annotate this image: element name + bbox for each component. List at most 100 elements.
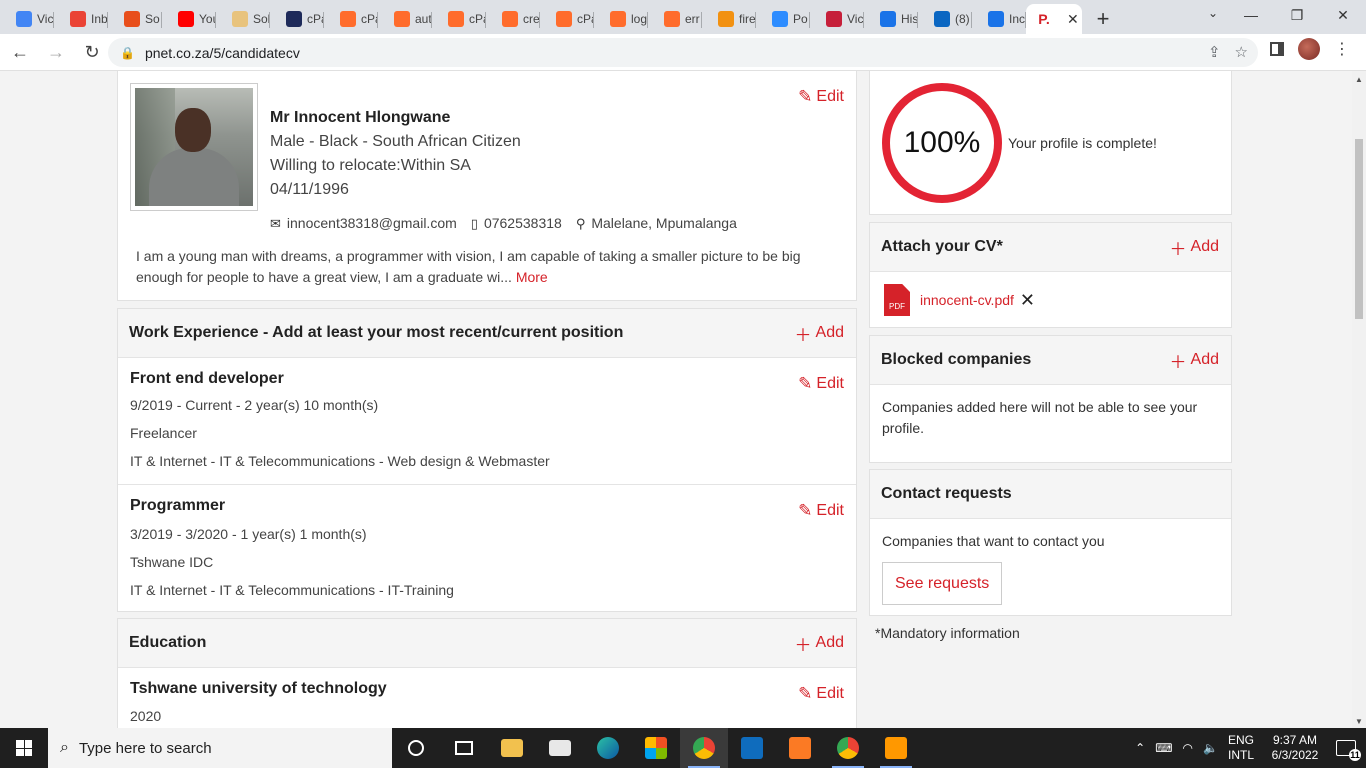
browser-tab[interactable]: You	[162, 4, 216, 34]
close-window-button[interactable]: ✕	[1320, 0, 1366, 30]
system-tray: ⌃ ⌨ ◠ 🔈 ENG INTL 9:37 AM 6/3/2022 11	[1135, 728, 1366, 768]
linkedin-icon	[934, 11, 950, 27]
edge-icon[interactable]	[584, 728, 632, 768]
cortana-icon[interactable]	[392, 728, 440, 768]
xampp-icon[interactable]	[776, 728, 824, 768]
sublime-text-icon[interactable]	[872, 728, 920, 768]
side-panel-icon[interactable]	[1270, 42, 1284, 56]
plus-icon: ＋	[794, 635, 812, 655]
browser-tab[interactable]: His	[864, 4, 918, 34]
tab-label: His	[901, 12, 918, 26]
outlook-icon[interactable]	[728, 728, 776, 768]
restore-button[interactable]: ❐	[1274, 0, 1320, 30]
browser-tab[interactable]: Sol	[216, 4, 270, 34]
education-entry: Tshwane university of technology 2020 ✎ …	[118, 668, 856, 724]
info-icon	[988, 11, 1004, 27]
start-button[interactable]	[0, 728, 48, 768]
add-blocked-button[interactable]: ＋ Add	[1170, 348, 1219, 373]
browser-tab[interactable]: Inb	[54, 4, 108, 34]
browser-tab[interactable]: cPa	[270, 4, 324, 34]
cpanel-icon	[556, 11, 572, 27]
scroll-down-icon[interactable]: ▼	[1355, 717, 1363, 726]
bio: I am a young man with dreams, a programm…	[136, 246, 826, 288]
completion-text: Your profile is complete!	[1008, 135, 1157, 151]
attach-heading: Attach your CV*	[881, 238, 1003, 255]
browser-tab[interactable]: Vic	[0, 4, 54, 34]
tab-label: cPa	[307, 12, 324, 26]
language-indicator[interactable]: ENG INTL	[1228, 733, 1254, 763]
browser-tab[interactable]: cPa	[432, 4, 486, 34]
page-scrollbar[interactable]: ▲ ▼	[1352, 71, 1366, 728]
store-icon[interactable]	[632, 728, 680, 768]
task-view-icon[interactable]	[440, 728, 488, 768]
chrome-profile-icon[interactable]	[824, 728, 872, 768]
browser-tab[interactable]: aut	[378, 4, 432, 34]
address-bar[interactable]: 🔒 pnet.co.za/5/candidatecv ⇪ ☆	[108, 38, 1258, 67]
file-explorer-icon[interactable]	[488, 728, 536, 768]
tab-label: cPa	[361, 12, 378, 26]
edit-work-button[interactable]: ✎ Edit	[798, 501, 844, 521]
scroll-up-icon[interactable]: ▲	[1355, 75, 1363, 84]
share-icon[interactable]: ⇪	[1208, 43, 1221, 61]
lock-icon[interactable]: 🔒	[120, 46, 135, 60]
browser-tab[interactable]: cPa	[540, 4, 594, 34]
mandatory-note: *Mandatory information	[875, 625, 1020, 641]
browser-tab[interactable]: err	[648, 4, 702, 34]
forward-button[interactable]: →	[40, 36, 72, 68]
browser-tab[interactable]: cre	[486, 4, 540, 34]
back-button[interactable]: ←	[4, 36, 36, 68]
browser-tab[interactable]: log	[594, 4, 648, 34]
profile-avatar[interactable]	[1298, 38, 1320, 60]
minimize-button[interactable]: —	[1228, 0, 1274, 30]
history-icon	[880, 11, 896, 27]
chevron-up-icon[interactable]: ⌃	[1135, 741, 1145, 755]
blocked-heading: Blocked companies	[881, 351, 1032, 368]
bookmark-star-icon[interactable]: ☆	[1235, 43, 1248, 61]
tab-label: fire	[739, 12, 756, 26]
profile-photo	[130, 83, 258, 211]
edit-education-button[interactable]: ✎ Edit	[798, 684, 844, 704]
chrome-taskbar-icon[interactable]	[680, 728, 728, 768]
browser-tab[interactable]: (8)	[918, 4, 972, 34]
close-tab-icon[interactable]: ✕	[1067, 11, 1079, 28]
education-year: 2020	[130, 708, 162, 724]
menu-kebab-icon[interactable]: ⋮	[1334, 39, 1350, 59]
browser-tab[interactable]: fire	[702, 4, 756, 34]
email: innocent38318@gmail.com	[286, 215, 457, 231]
browser-tab[interactable]: Vic	[810, 4, 864, 34]
more-link[interactable]: More	[516, 269, 548, 285]
new-tab-button[interactable]: +	[1088, 4, 1118, 34]
add-work-button[interactable]: ＋ Add	[795, 321, 844, 346]
date-of-birth: 04/11/1996	[270, 181, 349, 198]
notification-center-icon[interactable]: 11	[1336, 740, 1361, 761]
tab-label: aut	[415, 12, 432, 26]
job-period: 3/2019 - 3/2020 - 1 year(s) 1 month(s)	[130, 526, 367, 542]
pencil-icon: ✎	[798, 374, 813, 393]
browser-tab[interactable]: So	[108, 4, 162, 34]
browser-tab[interactable]: cPa	[324, 4, 378, 34]
reload-button[interactable]: ↻	[76, 36, 108, 68]
browser-tab[interactable]: Po	[756, 4, 810, 34]
remove-cv-icon[interactable]: ✕	[1020, 290, 1035, 311]
clock[interactable]: 9:37 AM 6/3/2022	[1264, 733, 1326, 763]
blocked-companies-card: Blocked companies ＋ Add Companies added …	[869, 335, 1232, 463]
browser-toolbar: ← → ↻ 🔒 pnet.co.za/5/candidatecv ⇪ ☆ ⋮	[0, 34, 1366, 71]
add-cv-button[interactable]: ＋ Add	[1170, 235, 1219, 260]
tab-active-pnet[interactable]: P. ✕	[1026, 4, 1082, 34]
attach-cv-card: Attach your CV* ＋ Add PDF innocent-cv.pd…	[869, 222, 1232, 328]
see-requests-button[interactable]: See requests	[882, 562, 1003, 605]
wifi-icon[interactable]: ◠	[1183, 741, 1193, 755]
edit-work-button[interactable]: ✎ Edit	[798, 374, 844, 394]
volume-icon[interactable]: 🔈	[1203, 741, 1218, 755]
edit-profile-button[interactable]: ✎ Edit	[798, 87, 844, 107]
keyboard-icon[interactable]: ⌨	[1155, 741, 1172, 755]
browser-tab[interactable]: Inc	[972, 4, 1026, 34]
taskbar-search[interactable]: ⌕ Type here to search	[48, 728, 392, 768]
candidate-name: Mr Innocent Hlongwane	[270, 109, 451, 126]
tab-search-chevron-icon[interactable]: ⌄	[1208, 6, 1218, 20]
windows-logo-icon	[16, 740, 32, 756]
scrollbar-thumb[interactable]	[1355, 139, 1363, 319]
cv-file-link[interactable]: innocent-cv.pdf	[920, 292, 1014, 308]
add-education-button[interactable]: ＋ Add	[795, 631, 844, 656]
mail-icon[interactable]	[536, 728, 584, 768]
